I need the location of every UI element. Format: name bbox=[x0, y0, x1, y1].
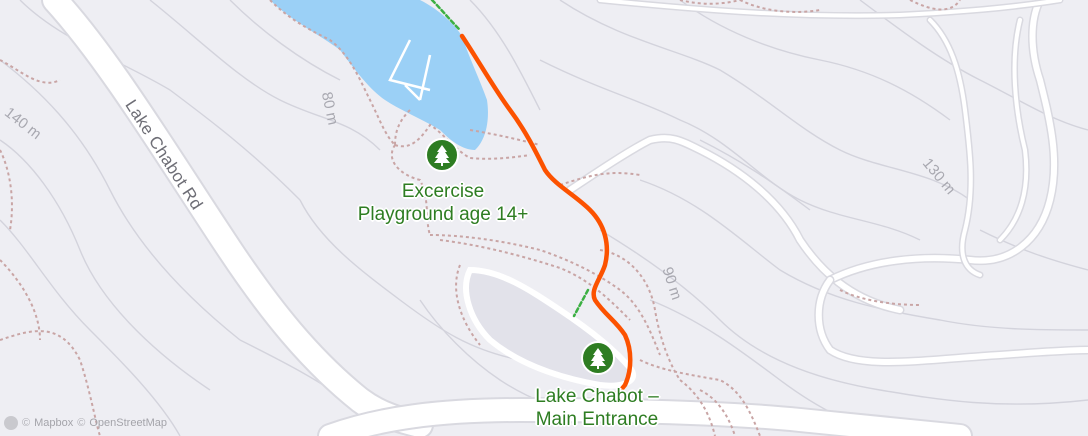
mapbox-logo-icon bbox=[4, 416, 18, 430]
lake-water bbox=[270, 0, 488, 150]
tree-icon bbox=[590, 348, 606, 369]
attribution-osm-link[interactable]: OpenStreetMap bbox=[89, 417, 167, 429]
attribution-copyright-1: © bbox=[22, 417, 31, 429]
attribution-copyright-2: © bbox=[77, 417, 86, 429]
map-attribution: © Mapbox © OpenStreetMap bbox=[4, 416, 167, 430]
poi-playground-label[interactable]: Excercise Playground age 14+ bbox=[333, 180, 553, 226]
poi-entrance-marker[interactable] bbox=[581, 341, 615, 375]
poi-playground-marker[interactable] bbox=[425, 138, 459, 172]
map-canvas[interactable]: 140 m 80 m 90 m 130 m Lake Chabot Rd Exc… bbox=[0, 0, 1088, 436]
poi-playground-label-line1: Excercise bbox=[401, 181, 485, 202]
poi-playground-label-line2: Playground age 14+ bbox=[357, 204, 529, 225]
poi-entrance-label-line1: Lake Chabot – bbox=[535, 386, 659, 407]
poi-entrance-label-line2: Main Entrance bbox=[535, 409, 659, 430]
poi-entrance-label[interactable]: Lake Chabot – Main Entrance bbox=[497, 385, 697, 431]
attribution-mapbox-link[interactable]: Mapbox bbox=[34, 417, 73, 429]
tree-icon bbox=[434, 145, 450, 166]
